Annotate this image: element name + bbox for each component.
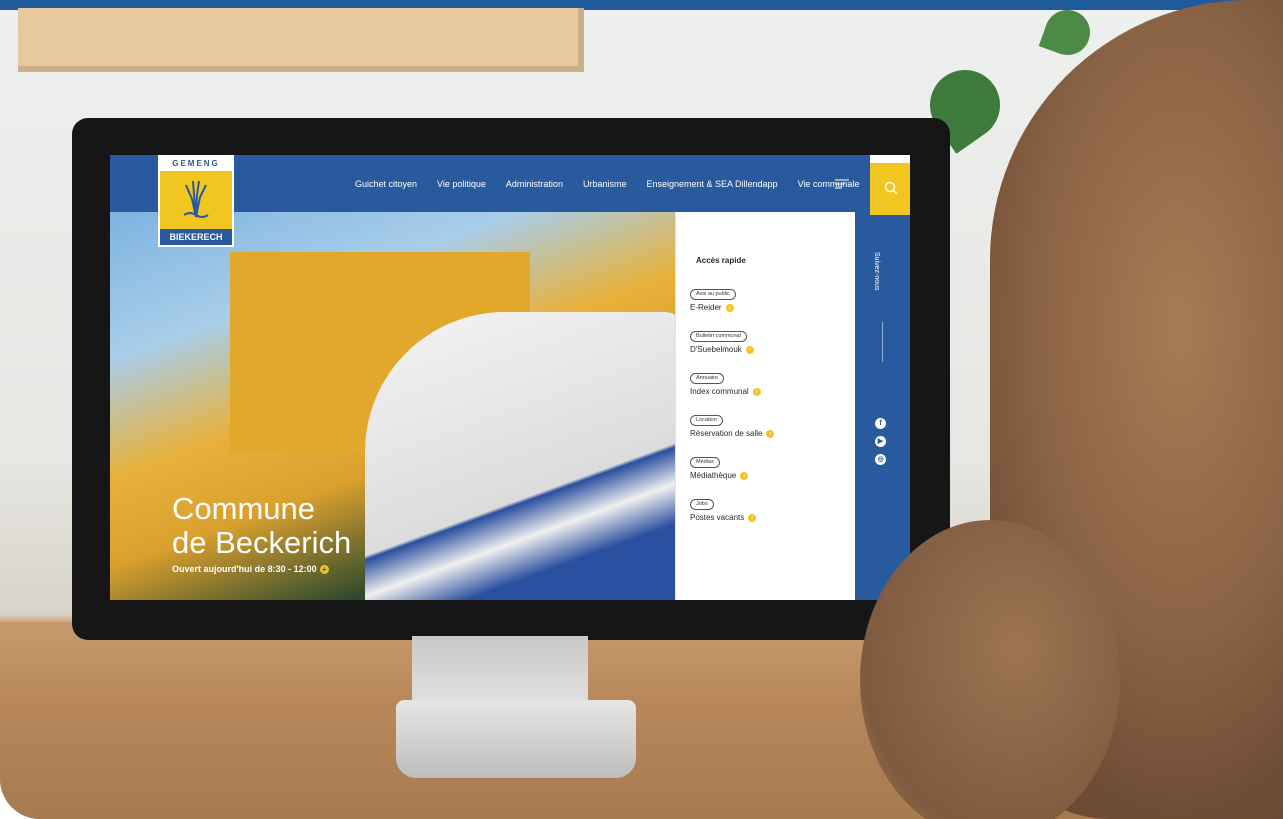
hand-emblem-icon [183,180,209,218]
quick-access-item[interactable]: Annuaire Index communal › [690,366,840,408]
quick-access-label: Index communal [690,387,749,396]
search-button[interactable] [870,163,910,215]
title-line-2: de Beckerich [172,525,352,560]
website-screen: Guichet citoyen Vie politique Administra… [110,155,910,600]
logo-top-text: GEMENG [160,157,232,171]
facebook-icon[interactable]: f [875,418,886,429]
nav-item-enseignement[interactable]: Enseignement & SEA Dillendapp [646,179,777,189]
youtube-icon[interactable]: ▶ [875,436,886,447]
quick-access-label: Postes vacants [690,513,745,522]
person-hair [860,520,1120,819]
instagram-icon[interactable]: ◎ [875,454,886,465]
arrow-right-icon: › [748,513,757,522]
arrow-right-icon: › [745,345,754,354]
page-title: Commune de Beckerich [172,492,351,560]
opening-hours-text: Ouvert aujourd'hui de 8:30 - 12:00 [172,564,317,574]
opening-hours[interactable]: Ouvert aujourd'hui de 8:30 - 12:00 + [172,564,329,575]
menu-icon[interactable] [835,179,849,189]
logo-bottom-text: BIEKERECH [160,229,232,245]
photo-scene: Guichet citoyen Vie politique Administra… [0,0,1283,819]
nav-item-vie-communale[interactable]: Vie communale [798,179,860,189]
search-icon [884,181,898,195]
nav-item-vie-politique[interactable]: Vie politique [437,179,486,189]
arrow-right-icon: › [752,387,761,396]
quick-access-item[interactable]: Jobs Postes vacants › [690,492,840,534]
nav-item-urbanisme[interactable]: Urbanisme [583,179,627,189]
nav-item-administration[interactable]: Administration [506,179,563,189]
quick-access-item[interactable]: Bulletin communal D'Suebelmouk › [690,324,840,366]
commune-logo[interactable]: GEMENG BIEKERECH [158,155,234,247]
social-sidebar: Suivez-nous f ▶ ◎ [855,212,910,600]
title-line-1: Commune [172,491,315,526]
monitor-base [396,700,636,778]
quick-access-item[interactable]: Avis au public E-Reider › [690,282,840,324]
monitor-stand [412,636,588,708]
quick-access-label: E-Reider [690,303,722,312]
quick-access-tag: Annuaire [690,373,725,384]
hero-banner: Commune de Beckerich Ouvert aujourd'hui … [110,212,685,600]
quick-access-label: Médiathèque [690,471,737,480]
quick-access-title: Accès rapide [696,256,746,265]
arrow-right-icon: › [740,471,749,480]
quick-access-label: Réservation de salle [690,429,763,438]
commune-car-image [365,312,685,600]
quick-access-tag: Bulletin communal [690,331,747,342]
plant-leaf [1038,3,1097,62]
divider [882,322,883,362]
arrow-right-icon: › [725,303,734,312]
quick-access-tag: Location [690,415,723,426]
arrow-right-icon: › [766,429,775,438]
quick-access-item[interactable]: Location Réservation de salle › [690,408,840,450]
wall-board [18,8,584,72]
quick-access-item[interactable]: Médias Médiathèque › [690,450,840,492]
quick-access-tag: Médias [690,457,720,468]
quick-access-tag: Avis au public [690,289,736,300]
nav-item-guichet[interactable]: Guichet citoyen [355,179,417,189]
quick-access-panel: Accès rapide Avis au public E-Reider › Bu… [675,212,856,600]
follow-us-label: Suivez-nous [873,252,880,291]
quick-access-label: D'Suebelmouk [690,345,742,354]
plus-icon: + [319,565,329,575]
quick-access-tag: Jobs [690,499,714,510]
